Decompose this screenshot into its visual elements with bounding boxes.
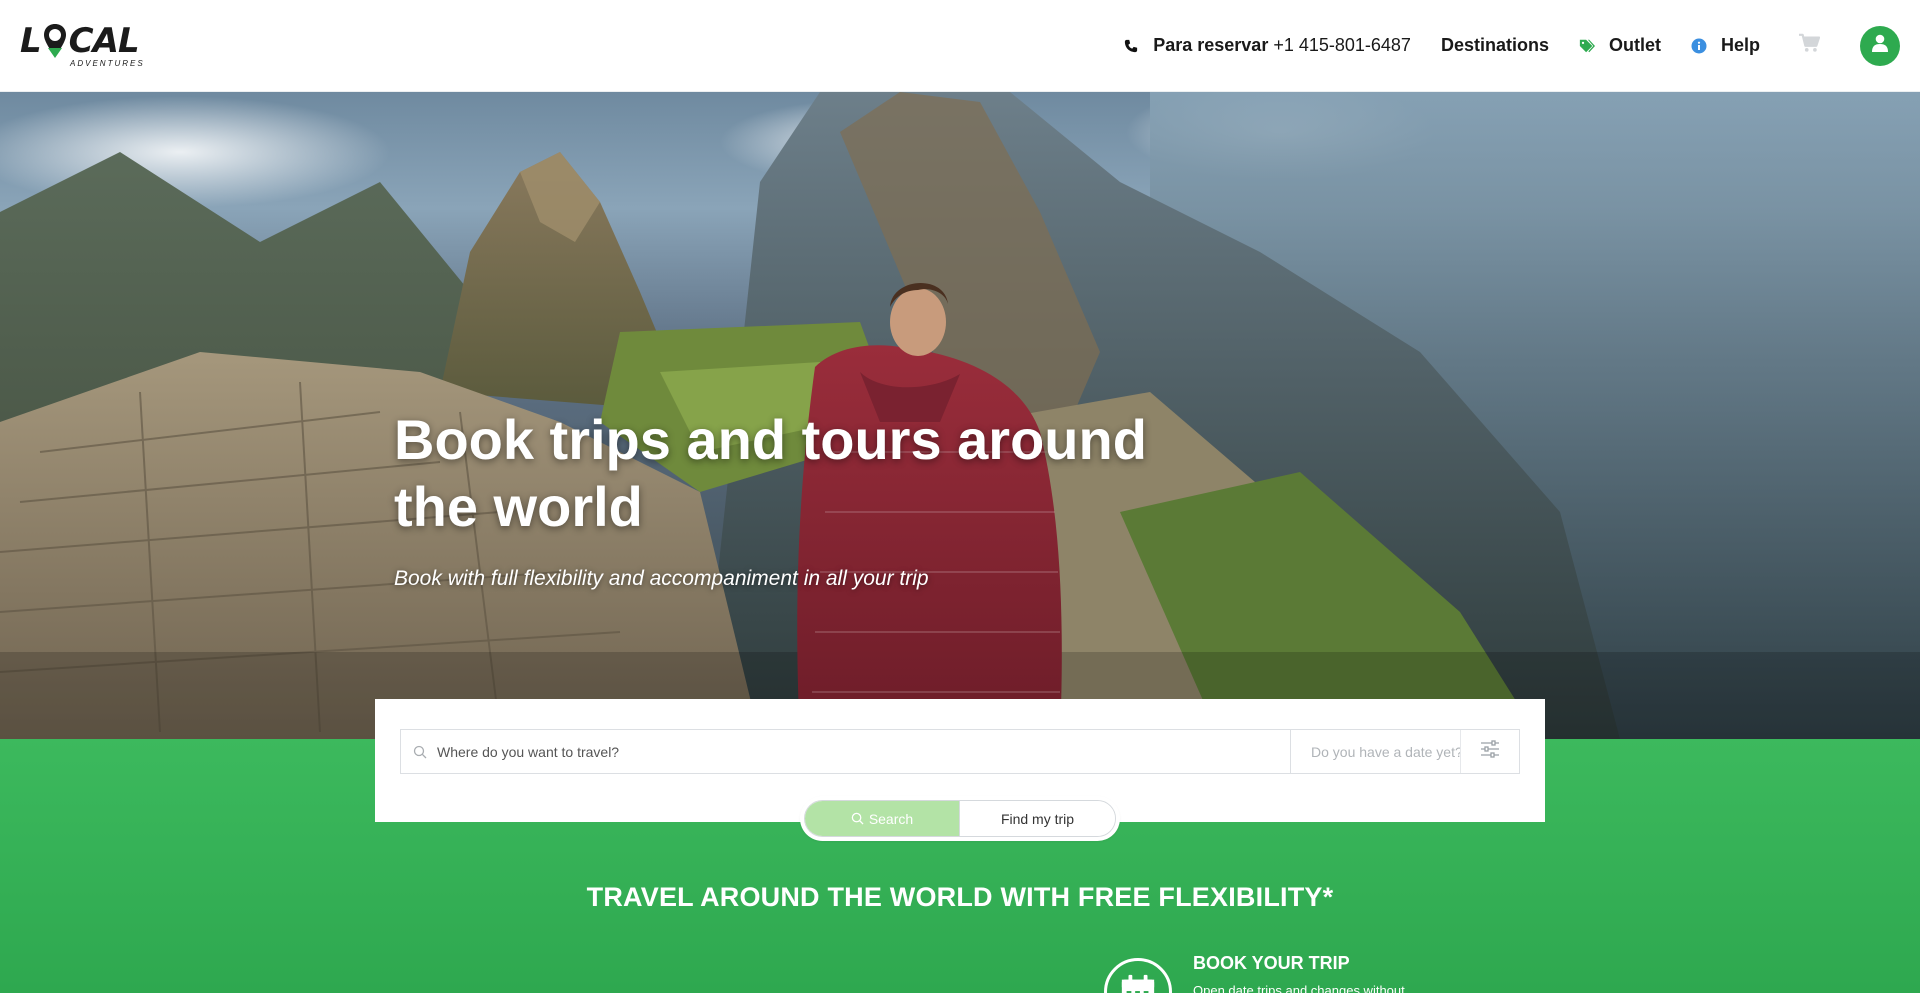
booking-phone[interactable]: Para reservar +1 415-801-6487 [1123, 35, 1411, 56]
find-my-trip-label: Find my trip [1000, 810, 1075, 827]
location-pin-icon [42, 23, 68, 58]
hero-title: Book trips and tours around the world [394, 408, 1147, 538]
booking-label: Para reservar [1153, 35, 1269, 55]
cart-icon [1798, 33, 1821, 58]
user-icon [1870, 33, 1890, 58]
nav-help-label: Help [1720, 35, 1760, 55]
feature-description: Open date trips and changes without [1193, 983, 1405, 993]
phone-icon [1123, 38, 1139, 54]
destination-input[interactable] [437, 743, 1290, 760]
destination-field[interactable] [401, 730, 1291, 773]
user-account-button[interactable] [1860, 25, 1900, 66]
filters-button[interactable] [1461, 730, 1519, 773]
benefits-title: TRAVEL AROUND THE WORLD WITH FREE FLEXIB… [586, 882, 1334, 912]
nav-destinations-label: Destinations [1440, 35, 1549, 55]
nav-help[interactable]: Help [1691, 35, 1760, 56]
date-input[interactable] [1311, 743, 1460, 760]
logo[interactable]: L CAL ADVENTURES [20, 20, 145, 68]
search-actions-toggle: Search Find my trip [804, 800, 1116, 837]
sliders-icon [1480, 739, 1500, 764]
find-my-trip-button[interactable]: Find my trip [960, 801, 1115, 836]
feature-title: BOOK YOUR TRIP [1193, 953, 1350, 973]
logo-letter-l: L [20, 20, 42, 61]
search-actions: Search Find my trip [800, 796, 1120, 841]
cart-button[interactable] [1796, 33, 1822, 59]
hero-subtitle: Book with full flexibility and accompani… [394, 567, 929, 590]
info-icon [1691, 38, 1707, 54]
logo-wordmark: L CAL [20, 20, 145, 61]
nav-outlet-label: Outlet [1608, 35, 1661, 55]
nav-outlet[interactable]: Outlet [1579, 35, 1661, 56]
logo-tagline: ADVENTURES [70, 58, 145, 68]
search-icon [413, 745, 427, 759]
date-field[interactable] [1291, 730, 1461, 773]
hero-banner: Book trips and tours around the world Bo… [0, 92, 1920, 739]
logo-letters-cal: CAL [68, 20, 140, 61]
search-icon [851, 812, 864, 825]
search-bar [400, 729, 1520, 774]
tag-icon [1579, 38, 1595, 54]
main-nav: Para reservar +1 415-801-6487 Destinatio… [1093, 25, 1900, 66]
site-header: L CAL ADVENTURES Para reservar +1 415-80… [0, 0, 1920, 92]
search-button-label: Search [868, 810, 914, 827]
booking-phone-number: +1 415-801-6487 [1273, 35, 1411, 55]
search-button[interactable]: Search [805, 801, 960, 836]
nav-destinations[interactable]: Destinations [1441, 35, 1549, 56]
